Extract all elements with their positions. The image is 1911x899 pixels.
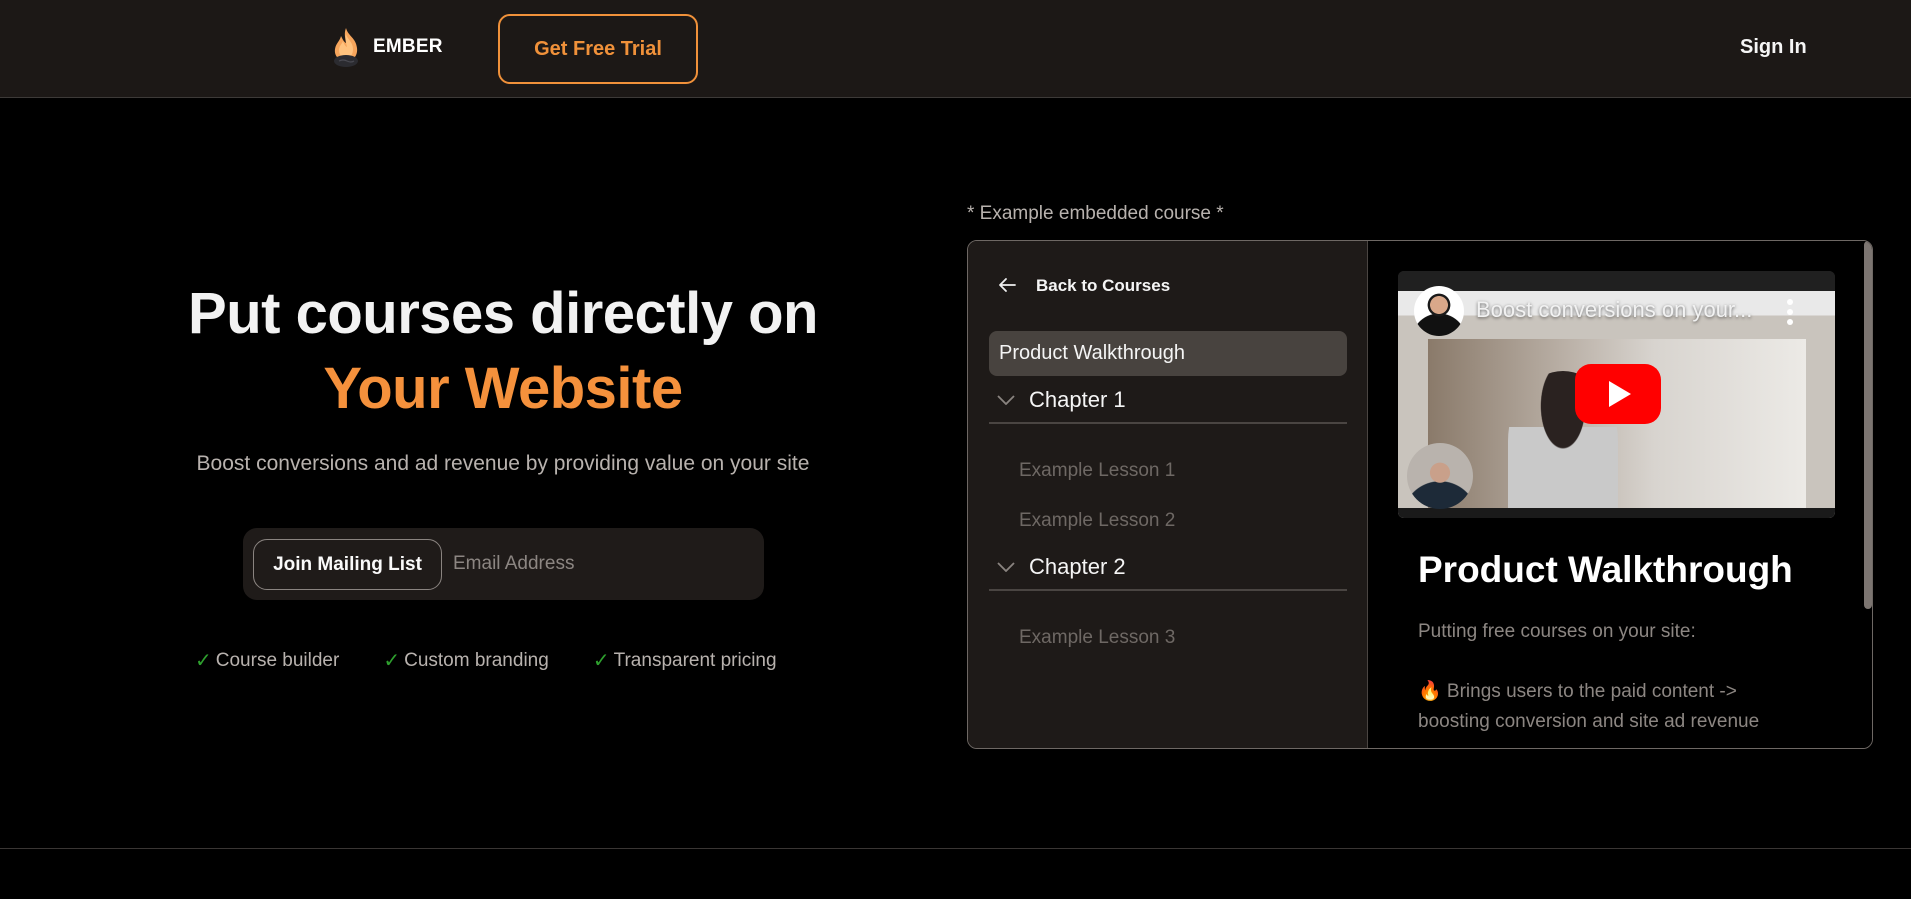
video-thumbnail-browser-bar <box>1398 271 1835 291</box>
check-icon: ✓ <box>383 650 401 672</box>
feature-list: ✓ Course builder ✓ Custom branding ✓ Tra… <box>195 648 777 673</box>
feature-label: Transparent pricing <box>613 649 777 671</box>
description-paragraph: Putting free courses on your site: <box>1418 621 1696 642</box>
video-player[interactable]: Boost conversions on your... <box>1398 271 1835 518</box>
feature-item: ✓ Transparent pricing <box>593 648 777 673</box>
chapter-label: Chapter 2 <box>1029 553 1126 579</box>
embedded-course-card: Back to Courses Product Walkthrough Chap… <box>967 240 1873 749</box>
sidebar-item-product-walkthrough[interactable]: Product Walkthrough <box>989 331 1347 376</box>
feature-label: Course builder <box>215 649 340 671</box>
course-sidebar: Back to Courses Product Walkthrough Chap… <box>968 241 1368 748</box>
channel-avatar[interactable] <box>1414 286 1464 336</box>
lesson-item[interactable]: Example Lesson 3 <box>1019 627 1175 649</box>
video-thumbnail-taskbar <box>1398 508 1835 518</box>
hero-title-accent: Your Website <box>323 356 683 421</box>
check-icon: ✓ <box>195 650 212 672</box>
lesson-item[interactable]: Example Lesson 1 <box>1019 460 1175 482</box>
site-header: EMBER Get Free Trial Sign In <box>0 0 1911 98</box>
chapter-label: Chapter 1 <box>1029 386 1126 412</box>
play-button[interactable] <box>1575 364 1661 424</box>
lesson-description: Putting free courses on your site: 🔥 Bri… <box>1418 617 1798 748</box>
chapter-2-toggle[interactable]: Chapter 2 <box>989 544 1347 591</box>
hero-subtitle: Boost conversions and ad revenue by prov… <box>196 452 810 475</box>
check-icon: ✓ <box>592 650 610 672</box>
sign-in-link[interactable]: Sign In <box>1740 36 1807 59</box>
feature-item: ✓ Custom branding <box>383 648 548 673</box>
mailing-list-form: Join Mailing List <box>243 528 764 600</box>
email-input[interactable] <box>453 544 753 584</box>
play-icon <box>1609 381 1631 407</box>
lesson-content: Boost conversions on your... Product Wal… <box>1368 241 1872 748</box>
hero-title: Put courses directly on Your Website <box>100 276 906 426</box>
chevron-down-icon <box>989 561 1029 572</box>
video-title[interactable]: Boost conversions on your... <box>1476 297 1752 323</box>
get-free-trial-button[interactable]: Get Free Trial <box>498 14 698 84</box>
join-mailing-list-button[interactable]: Join Mailing List <box>253 539 442 590</box>
description-paragraph: 🔥 Brings users to the paid content -> bo… <box>1418 681 1760 732</box>
flame-icon <box>329 26 363 68</box>
arrow-left-icon <box>998 273 1016 299</box>
feature-item: ✓ Course builder <box>195 648 339 673</box>
content-scrollbar[interactable] <box>1864 241 1872 609</box>
chevron-down-icon <box>989 394 1029 405</box>
example-label: * Example embedded course * <box>967 203 1224 224</box>
hero-title-line1: Put courses directly on <box>188 281 818 346</box>
brand-link[interactable]: EMBER <box>329 26 443 68</box>
lesson-title: Product Walkthrough <box>1418 549 1793 590</box>
brand-name: EMBER <box>373 36 443 57</box>
back-to-courses-link[interactable]: Back to Courses <box>998 273 1170 299</box>
presenter-webcam <box>1407 443 1473 509</box>
chapter-1-toggle[interactable]: Chapter 1 <box>989 377 1347 424</box>
section-divider <box>0 848 1911 849</box>
lesson-item[interactable]: Example Lesson 2 <box>1019 510 1175 532</box>
back-to-courses-label: Back to Courses <box>1036 276 1171 295</box>
feature-label: Custom branding <box>404 649 549 671</box>
more-options-icon[interactable] <box>1787 299 1793 325</box>
